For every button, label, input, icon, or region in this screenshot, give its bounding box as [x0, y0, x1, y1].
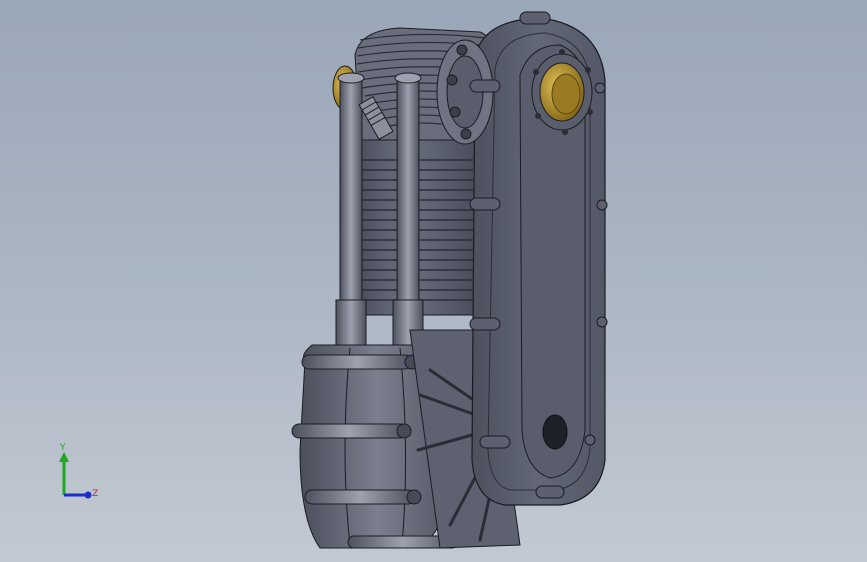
view-triad[interactable]: Y Z [50, 440, 110, 510]
graphics-viewport[interactable]: Y Z [0, 0, 867, 562]
x-arrow [84, 491, 92, 499]
engine-3d-model[interactable] [0, 0, 867, 562]
cover-hole [542, 414, 568, 450]
z-axis-label: Z [92, 489, 98, 499]
y-arrow [59, 452, 69, 462]
y-axis-label: Y [59, 443, 66, 453]
